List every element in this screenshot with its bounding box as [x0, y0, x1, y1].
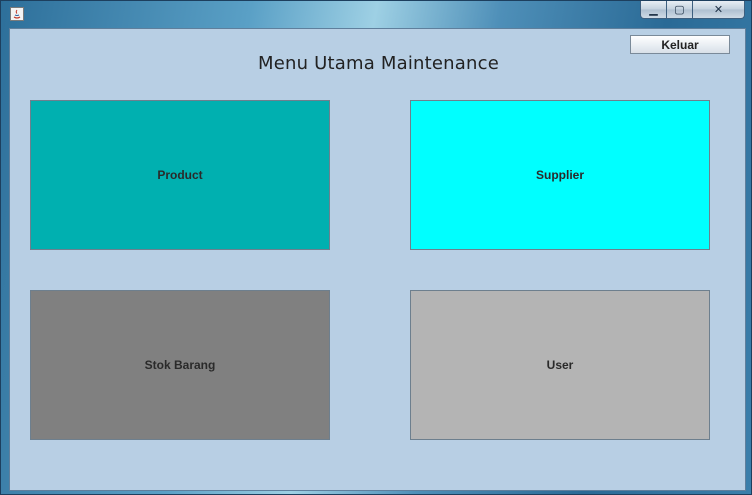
product-button[interactable]: Product — [30, 100, 330, 250]
product-button-label: Product — [157, 168, 203, 182]
supplier-button[interactable]: Supplier — [410, 100, 710, 250]
app-window: ▁ ▢ ✕ Keluar Menu Utama Maintenance Prod… — [0, 0, 752, 495]
page-title: Menu Utama Maintenance — [257, 53, 499, 74]
stok-barang-button[interactable]: Stok Barang — [30, 290, 330, 440]
maximize-icon: ▢ — [674, 4, 685, 16]
java-icon[interactable] — [10, 7, 24, 21]
user-button[interactable]: User — [410, 290, 710, 440]
minimize-icon: ▁ — [649, 4, 658, 16]
minimize-button[interactable]: ▁ — [640, 1, 667, 19]
stok-barang-button-label: Stok Barang — [144, 358, 216, 372]
exit-button[interactable]: Keluar — [630, 35, 730, 54]
close-button[interactable]: ✕ — [693, 1, 745, 19]
window-controls: ▁ ▢ ✕ — [640, 1, 745, 20]
close-icon: ✕ — [713, 4, 724, 16]
maximize-button[interactable]: ▢ — [667, 1, 693, 19]
title-bar[interactable]: ▁ ▢ ✕ — [1, 1, 751, 28]
user-button-label: User — [546, 358, 574, 372]
main-panel: Keluar Menu Utama Maintenance Product Su… — [9, 28, 746, 491]
supplier-button-label: Supplier — [535, 168, 584, 182]
